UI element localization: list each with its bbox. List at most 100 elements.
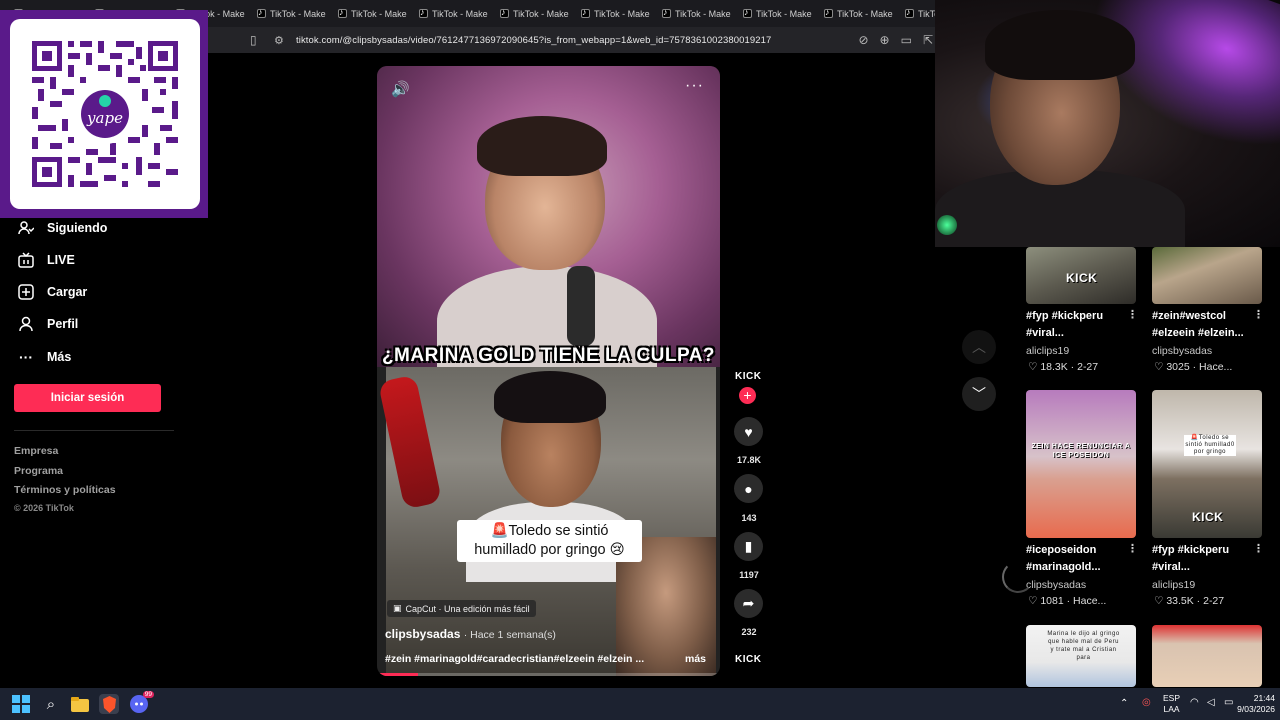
url-text[interactable]: tiktok.com/@clipsbysadas/video/761247713… (296, 35, 771, 46)
wifi-icon[interactable]: ◠ (1190, 697, 1199, 708)
sidebar-item-profile[interactable]: Perfil (18, 312, 78, 336)
language-indicator[interactable]: ESP LAA (1163, 693, 1180, 715)
sidebar-item-following[interactable]: Siguiendo (18, 216, 107, 240)
volume-icon[interactable]: 🔊 (391, 80, 410, 98)
video-author[interactable]: clipsbysadas · Hace 1 semana(s) (385, 627, 556, 641)
qr-code-image: yape (32, 41, 178, 187)
thumbnail-label: KICK (1192, 510, 1224, 524)
browser-tab[interactable]: TikTok - Make (567, 0, 650, 27)
profile-icon (18, 316, 34, 332)
recommended-meta: ♡ 3025 · Hace... (1154, 361, 1233, 373)
divider (14, 430, 174, 431)
tiktok-favicon-icon (905, 7, 914, 18)
recommended-options-icon[interactable]: ⋮ (1127, 542, 1138, 555)
sidebar-item-more[interactable]: ··· Más (18, 345, 71, 369)
recommended-author[interactable]: clipsbysadas (1026, 579, 1086, 591)
channel-avatar[interactable]: KICK (735, 371, 761, 382)
upload-icon (18, 284, 34, 300)
video-player[interactable]: 🔊 ··· ¿MARINA GOLD TIENE LA CULPA? 🚨Tole… (377, 66, 720, 676)
share-button[interactable]: ➦ (734, 589, 763, 618)
save-button[interactable]: ▮ (734, 532, 763, 561)
recommended-thumbnail[interactable] (1026, 390, 1136, 538)
search-icon[interactable]: ⌕ (41, 694, 61, 714)
recommended-author[interactable]: aliclips19 (1152, 579, 1195, 591)
recommended-title[interactable]: #zein#westcol #elzeein #elzein... (1152, 308, 1264, 342)
recommended-title[interactable]: #iceposeidon #marinagold... (1026, 542, 1138, 576)
browser-tab[interactable]: TikTok - Make (648, 0, 731, 27)
more-link[interactable]: más (685, 653, 706, 665)
footer-link-terms[interactable]: Términos y políticas (14, 484, 116, 496)
recommended-thumbnail[interactable] (1152, 247, 1262, 304)
address-bar[interactable]: ▯ ⚙ tiktok.com/@clipsbysadas/video/76124… (208, 27, 935, 53)
browser-tab[interactable]: TikTok - Make (405, 0, 488, 27)
browser-tab-label: TikTok - Make (513, 8, 569, 19)
more-icon: ··· (19, 349, 33, 365)
browser-tab[interactable]: TikTok - Make (243, 0, 326, 27)
progress-fill (377, 673, 419, 676)
alert-emoji-icon: 🚨 (490, 523, 509, 539)
site-settings-icon[interactable]: ⚙ (274, 34, 288, 47)
recommended-title-line: #fyp #kickperu (1152, 544, 1230, 556)
tray-app-icon[interactable]: ◎ (1142, 697, 1151, 708)
recommended-options-icon[interactable]: ⋮ (1253, 308, 1264, 321)
sidebar-item-label: LIVE (47, 253, 75, 267)
browser-tab[interactable]: TikTok - Make (729, 0, 812, 27)
recommended-thumbnail[interactable] (1152, 625, 1262, 687)
zoom-icon[interactable]: ⊕ (880, 33, 890, 47)
red-microphone-figure (377, 374, 443, 510)
reader-mode-icon[interactable]: ⊘ (858, 33, 868, 47)
follow-plus-button[interactable]: + (739, 387, 756, 404)
comment-button[interactable]: ● (734, 474, 763, 503)
video-progress-bar[interactable] (377, 673, 720, 676)
sidebar-item-upload[interactable]: Cargar (18, 280, 87, 304)
brave-browser-icon[interactable] (99, 694, 119, 714)
recommended-title-line: #fyp #kickperu (1026, 310, 1104, 322)
sidebar-item-label: Perfil (47, 317, 79, 331)
recommended-author[interactable]: clipsbysadas (1152, 345, 1212, 357)
bookmark-icon[interactable]: ▯ (250, 33, 264, 47)
browser-tab[interactable]: TikTok (891, 0, 935, 27)
loading-spinner (1002, 561, 1034, 593)
browser-tab[interactable]: TikTok - Make (324, 0, 407, 27)
like-button[interactable]: ♥ (734, 417, 763, 446)
discord-icon[interactable]: 99 (129, 691, 154, 714)
tray-chevron-icon[interactable]: ⌃ (1120, 698, 1128, 709)
tiktok-favicon-icon (500, 7, 509, 18)
clock[interactable]: 21:44 9/03/2026 (1231, 693, 1275, 715)
comment-icon: ● (744, 480, 753, 497)
live-icon (18, 252, 34, 268)
start-icon[interactable] (11, 694, 31, 714)
streamer-figure (437, 116, 657, 376)
author-name[interactable]: clipsbysadas (385, 627, 460, 641)
recommended-options-icon[interactable]: ⋮ (1253, 542, 1264, 555)
next-video-button[interactable]: ﹀ (962, 377, 996, 411)
recommended-author[interactable]: aliclips19 (1026, 345, 1069, 357)
screen-icon[interactable]: ▭ (901, 33, 912, 47)
footer-link-company[interactable]: Empresa (14, 445, 58, 457)
like-count: 17.8K (736, 455, 762, 465)
share-icon[interactable]: ⇱ (923, 33, 933, 47)
previous-video-button[interactable]: ︿ (962, 330, 996, 364)
notification-badge: 99 (142, 691, 154, 698)
video-hashtags[interactable]: #zein #marinagold#caradecristian#elzeein… (385, 653, 647, 665)
login-button[interactable]: Iniciar sesión (14, 384, 161, 412)
video-options-icon[interactable]: ··· (685, 77, 704, 95)
volume-tray-icon[interactable]: ◁ (1207, 697, 1215, 708)
recommended-options-icon[interactable]: ⋮ (1127, 308, 1138, 321)
capcut-badge[interactable]: ▣ CapCut · Una edición más fácil (387, 600, 536, 617)
tiktok-favicon-icon (419, 7, 428, 18)
qr-brand-text: yape (86, 109, 123, 127)
sidebar-item-live[interactable]: LIVE (18, 248, 75, 272)
file-explorer-icon[interactable] (70, 694, 90, 714)
browser-tab[interactable]: TikTok - Make (810, 0, 893, 27)
language-code: ESP (1163, 693, 1181, 703)
browser-tab-label: TikTok - Make (351, 8, 407, 19)
recommended-title[interactable]: #fyp #kickperu #viral... (1152, 542, 1264, 576)
webcam-overlay (935, 0, 1280, 247)
recommended-meta: ♡ 1081 · Hace... (1028, 595, 1107, 607)
browser-tab[interactable]: TikTok - Make (486, 0, 569, 27)
recommended-title[interactable]: #fyp #kickperu #viral... (1026, 308, 1138, 342)
following-icon (18, 220, 34, 236)
capcut-label: CapCut · Una edición más fácil (405, 603, 530, 614)
footer-link-program[interactable]: Programa (14, 465, 63, 477)
